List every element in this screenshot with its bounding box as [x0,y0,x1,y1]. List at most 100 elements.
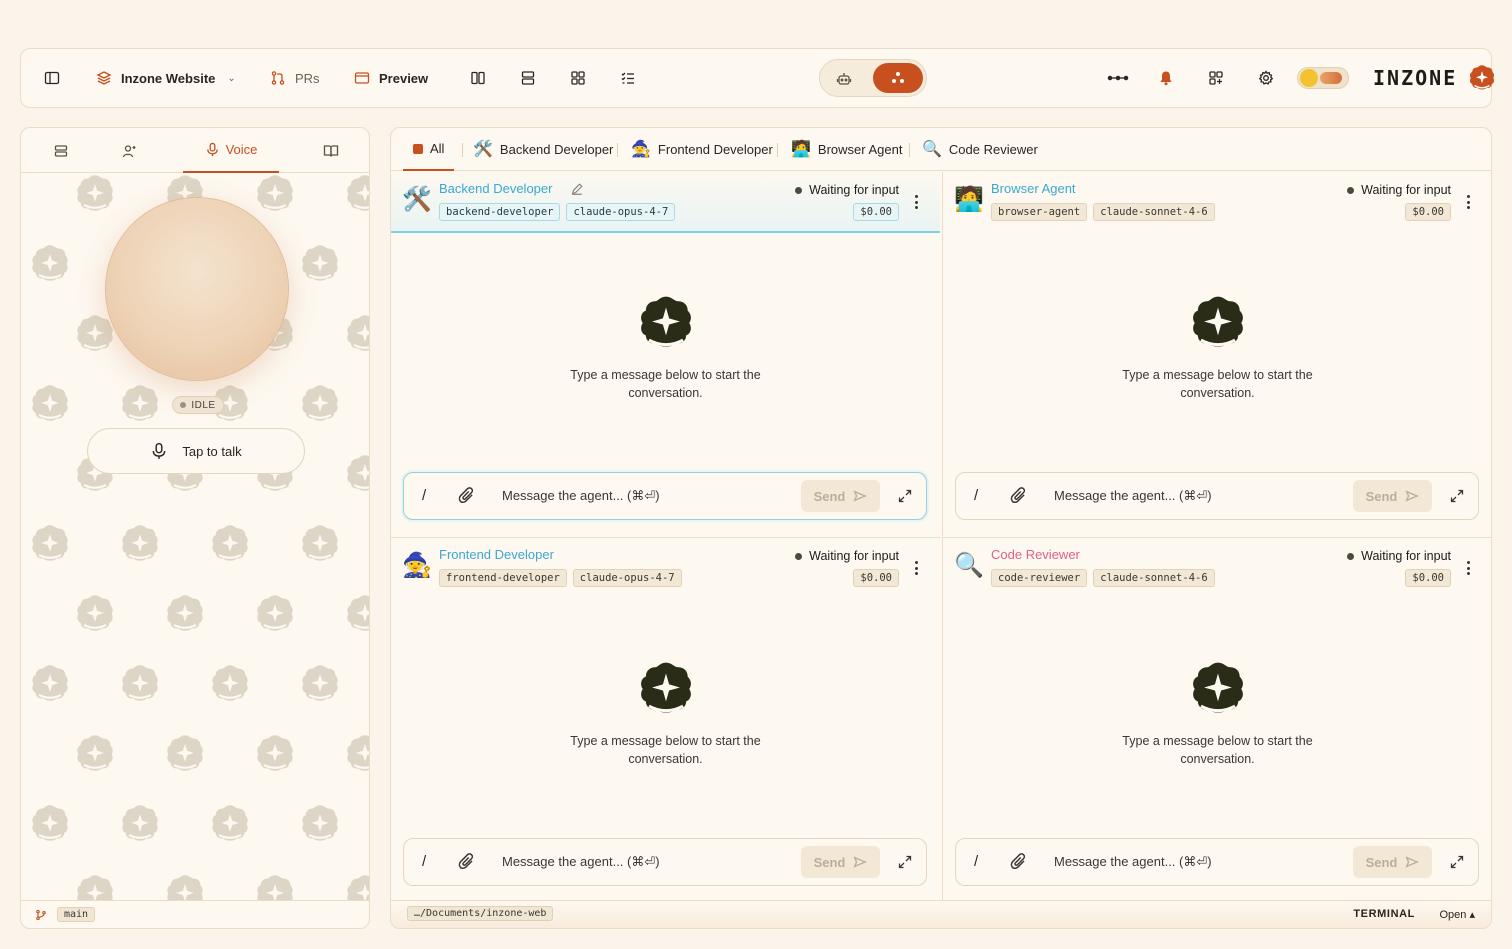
sidebar-toggle-icon [43,69,61,87]
agent-avatar-icon: 🧑‍💻 [954,186,984,213]
stack-icon [54,144,68,157]
logo-pattern-icon [208,662,252,706]
paperclip-icon[interactable] [1010,487,1028,505]
agent-status-label: Waiting for input [1361,183,1451,197]
message-input[interactable]: Message the agent... (⌘⏎) [1054,488,1212,504]
tab-backend-developer[interactable]: 🛠️ Backend Developer [473,128,613,171]
layout-grid-button[interactable] [569,49,587,107]
tab-docs[interactable] [311,128,351,173]
agent-name[interactable]: Browser Agent [991,181,1076,196]
send-button[interactable]: Send [1353,480,1432,512]
logo-pattern-icon [298,242,342,286]
expand-icon[interactable] [897,854,913,870]
logo-pattern-icon [73,592,117,636]
tab-sessions[interactable] [41,128,81,173]
agent-card-header: 🧑‍💻 Browser Agent browser-agent claude-s… [943,172,1491,233]
paperclip-icon[interactable] [458,487,476,505]
more-options-icon[interactable] [1466,195,1470,209]
expand-icon[interactable] [1449,488,1465,504]
connections-button[interactable] [1107,49,1129,107]
slash-command-button[interactable]: / [974,487,978,504]
theme-toggle[interactable] [1297,67,1349,89]
agent-model-chip: claude-sonnet-4-6 [1093,203,1215,221]
message-input[interactable]: Message the agent... (⌘⏎) [502,854,660,870]
slash-command-button[interactable]: / [422,853,426,870]
tab-voice[interactable]: Voice [183,128,279,173]
paperclip-icon[interactable] [1010,853,1028,871]
technologist-icon: 🧑‍💻 [791,140,811,158]
voice-status-badge: IDLE [172,396,224,414]
prs-button[interactable]: PRs [269,49,320,107]
inzone-logo-icon [640,296,691,347]
notifications-button[interactable] [1157,49,1175,107]
layout-columns-button[interactable] [469,49,487,107]
agent-avatar-icon: 🛠️ [402,186,432,213]
preview-button[interactable]: Preview [353,49,428,107]
rows-icon [519,69,537,87]
project-selector[interactable]: Inzone Website ⌄ [95,49,236,107]
logo-pattern-icon [253,174,297,216]
tap-to-talk-button[interactable]: Tap to talk [87,428,305,474]
preview-label: Preview [379,70,429,86]
pull-request-icon [269,69,287,87]
send-button[interactable]: Send [801,480,880,512]
working-directory-chip[interactable]: …/Documents/inzone-web [407,906,554,921]
slash-command-button[interactable]: / [974,853,978,870]
agent-name[interactable]: Code Reviewer [991,547,1080,562]
multi-agent-mode-button[interactable] [873,63,923,93]
tab-code-reviewer[interactable]: 🔍 Code Reviewer [922,128,1038,171]
branch-chip[interactable]: main [57,907,96,922]
user-add-icon [122,144,136,157]
inzone-logo-icon [640,662,691,713]
tab-agents[interactable] [109,128,149,173]
apps-button[interactable] [1207,49,1225,107]
agent-name[interactable]: Backend Developer [439,181,552,196]
connection-icon [1107,69,1129,87]
task-list-button[interactable] [619,49,637,107]
tab-all[interactable]: All [403,128,455,171]
logo-pattern-icon [343,872,369,900]
agent-name[interactable]: Frontend Developer [439,547,554,562]
robot-icon[interactable] [834,69,854,89]
status-dot [795,552,803,560]
agent-chips: browser-agent claude-sonnet-4-6 [991,203,1215,221]
agent-model-chip: claude-opus-4-7 [566,203,676,221]
layout-rows-button[interactable] [519,49,537,107]
sidebar-toggle-button[interactable] [43,49,61,107]
tab-frontend-developer[interactable]: 🧙 Frontend Developer [631,128,773,171]
more-options-icon[interactable] [914,195,918,209]
logo-pattern-icon [253,592,297,636]
more-options-icon[interactable] [1466,561,1470,575]
logo-pattern-icon [73,732,117,776]
send-button[interactable]: Send [801,846,880,878]
tab-browser-agent[interactable]: 🧑‍💻 Browser Agent [791,128,902,171]
expand-icon[interactable] [897,488,913,504]
agents-panel: All 🛠️ Backend Developer 🧙 Frontend Deve… [390,127,1492,929]
brand-name: INZONE [1373,66,1458,90]
logo-pattern-icon [118,662,162,706]
voice-orb[interactable] [106,198,288,380]
message-composer: / Message the agent... (⌘⏎) Send [955,838,1479,886]
paperclip-icon[interactable] [458,853,476,871]
tab-backend-label: Backend Developer [499,142,614,157]
agent-card-header: 🧙 Frontend Developer frontend-developer … [391,538,940,599]
expand-icon[interactable] [1449,854,1465,870]
agent-chips: code-reviewer claude-sonnet-4-6 [991,569,1215,587]
slash-command-button[interactable]: / [422,487,426,504]
agent-card-code-reviewer: 🔍 Code Reviewer code-reviewer claude-son… [942,537,1491,901]
more-options-icon[interactable] [914,561,918,575]
browser-window-icon [353,69,371,87]
empty-state-text: Type a message below to start the conver… [570,734,761,766]
multi-agent-icon [892,72,904,83]
project-name: Inzone Website [121,70,216,86]
send-button[interactable]: Send [1353,846,1432,878]
message-input[interactable]: Message the agent... (⌘⏎) [502,488,660,504]
git-branch-icon [36,909,46,920]
edit-pencil-icon[interactable] [570,182,584,196]
mode-switch[interactable] [819,59,927,97]
settings-button[interactable] [1257,49,1275,107]
send-label: Send [1365,854,1398,870]
sun-icon [1300,69,1318,87]
message-input[interactable]: Message the agent... (⌘⏎) [1054,854,1212,870]
open-terminal-button[interactable]: Open ▴ [1440,908,1476,921]
